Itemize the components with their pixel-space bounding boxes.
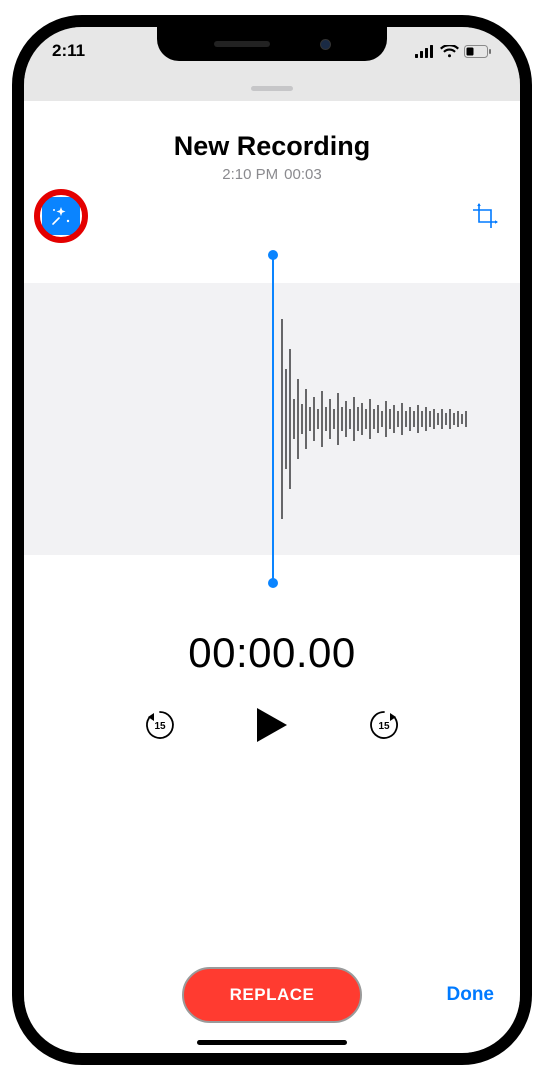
tutorial-highlight-ring <box>34 189 88 243</box>
done-button-label: Done <box>447 984 495 1005</box>
cellular-icon <box>415 45 435 58</box>
crop-icon <box>471 202 499 230</box>
recording-editor-screen: New Recording 2:10 PM 00:03 <box>24 101 520 1053</box>
status-time: 2:11 <box>52 41 85 61</box>
home-indicator[interactable] <box>197 1040 347 1045</box>
recording-duration: 00:03 <box>284 166 322 183</box>
mute-switch <box>12 207 15 245</box>
skip-back-button[interactable]: 15 <box>140 705 180 745</box>
skip-forward-15-icon: 15 <box>366 707 402 743</box>
replace-button-label: REPLACE <box>230 985 315 1005</box>
recording-subtitle: 2:10 PM 00:03 <box>24 166 520 183</box>
sheet-grabber-area[interactable] <box>24 75 520 101</box>
recording-header: New Recording 2:10 PM 00:03 <box>24 101 520 183</box>
waveform-area[interactable] <box>24 249 520 589</box>
battery-icon <box>464 45 492 58</box>
playback-timer: 00:00.00 <box>24 629 520 677</box>
volume-down-button <box>12 347 15 417</box>
playback-controls: 15 15 <box>24 703 520 747</box>
wifi-icon <box>440 45 459 58</box>
skip-back-15-icon: 15 <box>142 707 178 743</box>
replace-button[interactable]: REPLACE <box>182 967 362 1023</box>
playhead[interactable] <box>272 255 274 583</box>
phone-frame: 2:11 New Recording 2:10 PM 00:03 <box>12 15 532 1065</box>
play-icon <box>255 706 289 744</box>
sheet-grabber <box>251 86 293 91</box>
svg-text:15: 15 <box>154 721 166 732</box>
power-button <box>529 282 532 382</box>
play-button[interactable] <box>250 703 294 747</box>
trim-button[interactable] <box>468 199 502 233</box>
editor-footer: REPLACE Done <box>24 967 520 1023</box>
svg-text:15: 15 <box>378 721 390 732</box>
notch <box>157 27 387 61</box>
enhance-recording-button[interactable] <box>42 197 80 235</box>
done-button[interactable]: Done <box>447 984 495 1006</box>
front-camera <box>320 39 331 50</box>
speaker-grille <box>214 41 270 47</box>
recording-timestamp: 2:10 PM <box>222 166 278 183</box>
skip-forward-button[interactable]: 15 <box>364 705 404 745</box>
recording-title[interactable]: New Recording <box>24 131 520 162</box>
editor-toolbar <box>24 183 520 243</box>
volume-up-button <box>12 262 15 332</box>
